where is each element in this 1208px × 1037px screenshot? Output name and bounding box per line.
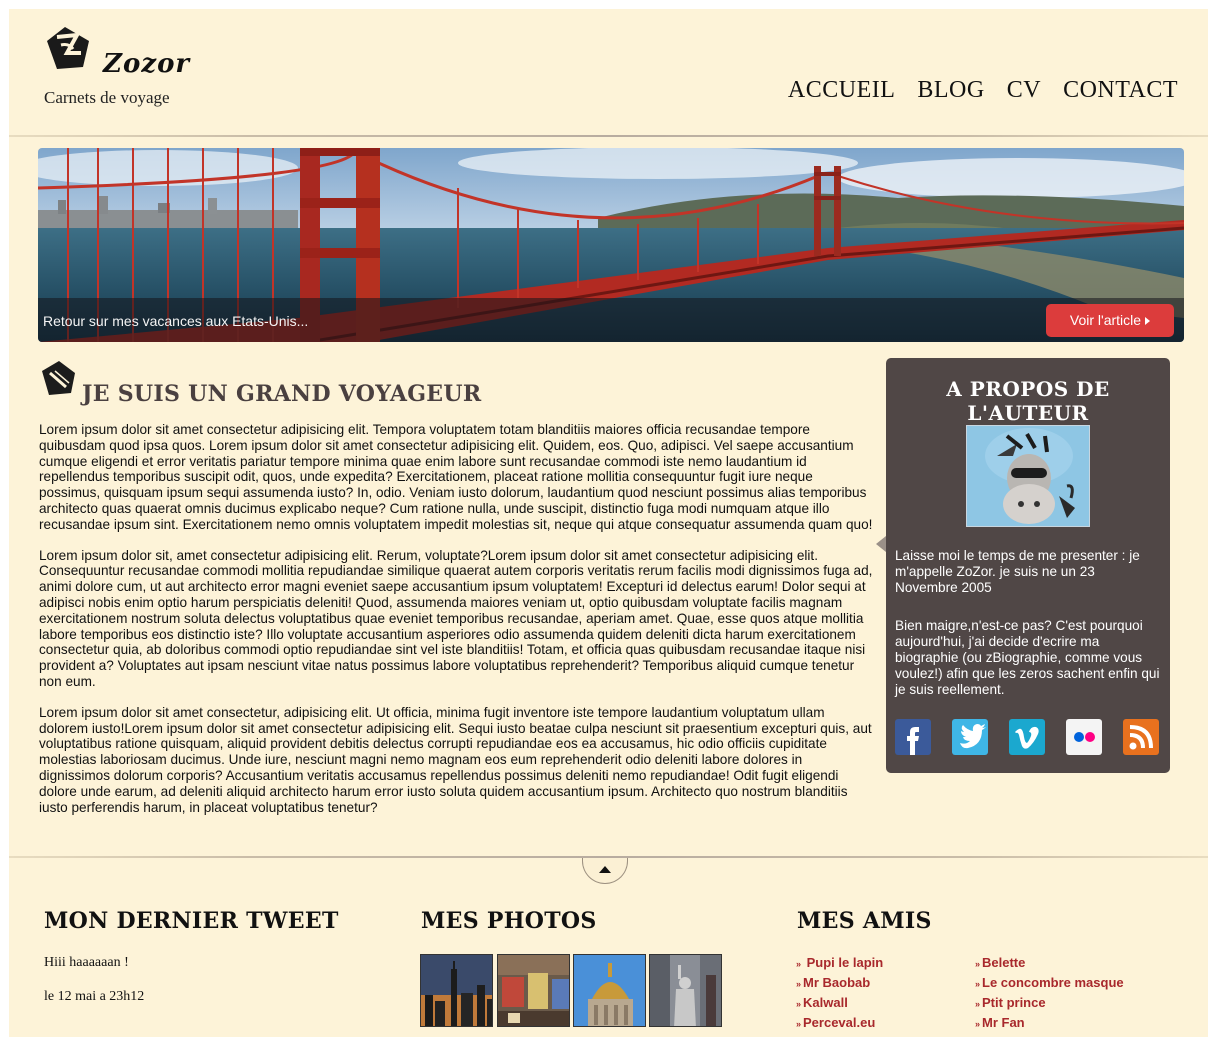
friend-link[interactable]: » Le concombre masque [975, 975, 1124, 990]
chevron-right-icon: » [796, 979, 802, 989]
friend-name: Perceval.eu [803, 1015, 876, 1030]
chevron-right-icon: » [975, 999, 981, 1009]
author-bio-details: Bien maigre,n'est-ce pas? C'est pourquoi… [895, 618, 1160, 697]
friend-link[interactable]: » Pupi le lapin [796, 955, 883, 970]
nav-blog[interactable]: BLOG [917, 77, 984, 104]
friends-section-title: MES AMIS [797, 908, 932, 934]
friend-name: Pupi le lapin [803, 955, 884, 970]
page: Zozor Carnets de voyage ACCUEIL BLOG CV … [9, 9, 1208, 1037]
play-arrow-icon [1145, 317, 1151, 325]
tweet-date: le 12 mai a 23h12 [44, 989, 145, 1004]
friend-link[interactable]: » Belette [975, 955, 1025, 970]
flickr-icon[interactable] [1066, 719, 1102, 755]
nav-accueil[interactable]: ACCUEIL [788, 77, 896, 104]
avatar [966, 425, 1090, 527]
article-title: JE SUIS UN GRAND VOYAGEUR [82, 381, 482, 407]
tagline: Carnets de voyage [44, 88, 170, 107]
friend-name: Belette [982, 955, 1026, 970]
chevron-right-icon: » [975, 979, 981, 989]
friend-name: Mr Baobab [803, 975, 871, 990]
friend-link[interactable]: » Ptit prince [975, 995, 1046, 1010]
zozor-donkey-avatar-icon [967, 426, 1089, 526]
zozor-logo-icon [47, 27, 89, 69]
twitter-icon[interactable] [952, 719, 988, 755]
facebook-icon[interactable] [895, 719, 931, 755]
article-paragraph: Lorem ipsum dolor sit amet consectetur a… [39, 422, 873, 532]
golden-dome-photo[interactable] [573, 954, 646, 1027]
site-header: Zozor Carnets de voyage ACCUEIL BLOG CV … [9, 9, 1208, 136]
friend-name: Le concombre masque [982, 975, 1124, 990]
read-article-label: Voir l'article [1069, 312, 1142, 328]
nav-contact[interactable]: CONTACT [1063, 77, 1178, 104]
street-market-photo[interactable] [497, 954, 570, 1027]
header-divider [9, 135, 1208, 137]
banner-caption: Retour sur mes vacances aux Etats-Unis..… [43, 313, 309, 329]
social-links [895, 719, 1161, 755]
about-author-panel: A PROPOS DE L'AUTEUR Laisse moi le temps… [886, 358, 1170, 773]
chevron-right-icon: » [796, 1019, 802, 1029]
scroll-to-top-button[interactable] [582, 858, 628, 884]
chevron-right-icon: » [796, 999, 802, 1009]
rss-icon[interactable] [1123, 719, 1159, 755]
friend-link[interactable]: » Kalwall [796, 995, 848, 1010]
friend-name: Mr Fan [982, 1015, 1025, 1030]
new-york-skyline-photo[interactable] [420, 954, 493, 1027]
tweet-section-title: MON DERNIER TWEET [44, 908, 339, 934]
chevron-right-icon: » [796, 959, 802, 969]
logo-name: Zozor [103, 49, 191, 79]
tweet-text: Hiii haaaaaan ! [44, 955, 129, 970]
pencil-icon [42, 361, 75, 395]
statue-of-liberty-photo[interactable] [649, 954, 722, 1027]
friend-link[interactable]: » Perceval.eu [796, 1015, 875, 1030]
main-nav: ACCUEIL BLOG CV CONTACT [788, 77, 1178, 104]
friend-link[interactable]: » Mr Fan [975, 1015, 1025, 1030]
about-author-title: A PROPOS DE L'AUTEUR [946, 377, 1110, 425]
sidebar-pointer [876, 536, 886, 552]
up-arrow-icon [599, 866, 611, 873]
article-body: Lorem ipsum dolor sit amet consectetur a… [39, 422, 874, 830]
vimeo-icon[interactable] [1009, 719, 1045, 755]
hero-banner: Retour sur mes vacances aux Etats-Unis..… [38, 148, 1184, 342]
friend-name: Kalwall [803, 995, 848, 1010]
nav-cv[interactable]: CV [1007, 77, 1041, 104]
friend-name: Ptit prince [982, 995, 1046, 1010]
article-paragraph: Lorem ipsum dolor sit amet consectetur, … [39, 704, 872, 815]
read-article-button[interactable]: Voir l'article [1046, 304, 1174, 337]
article-paragraph: Lorem ipsum dolor sit, amet consectetur … [39, 547, 873, 689]
friend-link[interactable]: » Mr Baobab [796, 975, 870, 990]
chevron-right-icon: » [975, 1019, 981, 1029]
author-bio-intro: Laisse moi le temps de me presenter : je… [895, 548, 1140, 595]
photos-section-title: MES PHOTOS [421, 908, 597, 934]
chevron-right-icon: » [975, 959, 981, 969]
